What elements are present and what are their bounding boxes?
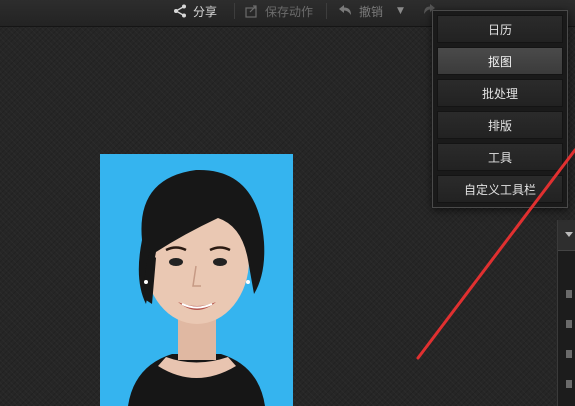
share-icon — [172, 3, 188, 19]
menu-item-label: 自定义工具栏 — [463, 182, 536, 197]
collapse-arrow-icon — [565, 232, 573, 237]
menu-item-cutout[interactable]: 抠图 — [437, 47, 563, 75]
toolbar-divider — [234, 3, 235, 19]
menu-item-label: 工具 — [487, 150, 512, 165]
menu-item-label: 排版 — [487, 118, 512, 133]
panel-header[interactable] — [558, 220, 575, 251]
dropdown-arrow-icon: ▼ — [397, 6, 404, 16]
panel-text-fragment — [566, 290, 572, 298]
menu-item-tools[interactable]: 工具 — [437, 143, 563, 171]
right-side-panel — [557, 220, 575, 406]
undo-icon — [336, 3, 354, 19]
panel-text-fragment — [566, 380, 572, 388]
undo-label: 撤销 — [359, 4, 384, 19]
save-action-button[interactable]: 保存动作 — [244, 0, 313, 22]
menu-item-batch[interactable]: 批处理 — [437, 79, 563, 107]
panel-text-fragment — [566, 320, 572, 328]
share-label: 分享 — [193, 4, 218, 19]
menu-item-customize-toolbar[interactable]: 自定义工具栏 — [437, 175, 563, 203]
share-button[interactable]: 分享 — [172, 0, 217, 22]
panel-text-fragment — [566, 350, 572, 358]
save-action-icon — [244, 3, 260, 19]
menu-item-label: 日历 — [487, 22, 512, 37]
toolbar-divider — [326, 3, 327, 19]
dropdown-menu: 日历 抠图 批处理 排版 工具 自定义工具栏 — [432, 10, 568, 208]
portrait-photo — [100, 154, 293, 406]
menu-item-label: 批处理 — [481, 86, 518, 101]
undo-dropdown[interactable]: ▼ — [397, 0, 404, 22]
undo-button[interactable]: 撤销 — [336, 0, 383, 22]
menu-item-label: 抠图 — [487, 54, 512, 69]
save-action-label: 保存动作 — [265, 4, 314, 19]
menu-item-calendar[interactable]: 日历 — [437, 15, 563, 43]
menu-item-layout[interactable]: 排版 — [437, 111, 563, 139]
